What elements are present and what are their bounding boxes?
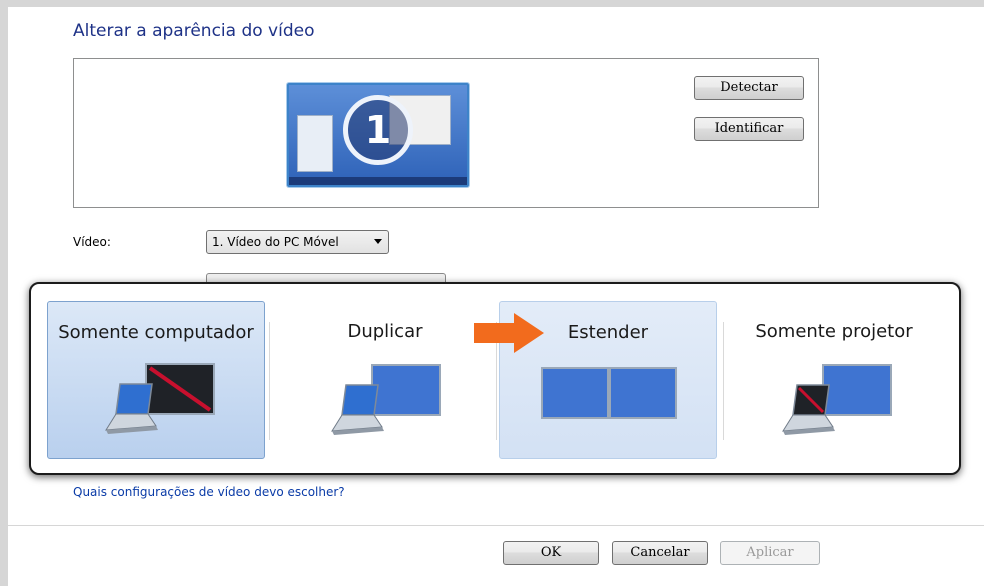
chevron-down-icon xyxy=(374,239,382,244)
display-label: Vídeo: xyxy=(73,235,111,249)
taskbar-preview xyxy=(289,177,467,185)
arrow-right-icon xyxy=(474,313,544,353)
option-label: Somente projetor xyxy=(755,321,913,342)
page-title: Alterar a aparência do vídeo xyxy=(73,21,315,41)
monitor-1-thumbnail[interactable]: 1 xyxy=(287,83,469,187)
option-label: Somente computador xyxy=(58,322,254,343)
help-link[interactable]: Quais configurações de vídeo devo escolh… xyxy=(73,485,345,499)
cancel-button[interactable]: Cancelar xyxy=(612,541,708,565)
computer-only-icon xyxy=(105,363,215,434)
apply-button[interactable]: Aplicar xyxy=(720,541,820,565)
option-separator xyxy=(269,322,270,440)
option-duplicate[interactable]: Duplicar xyxy=(276,301,494,459)
window-preview xyxy=(297,115,333,172)
detect-button[interactable]: Detectar xyxy=(694,76,804,100)
duplicate-icon xyxy=(331,364,441,435)
monitor-number-badge: 1 xyxy=(343,95,413,165)
projection-switcher: Somente computador Duplicar Estender Som… xyxy=(29,282,961,475)
display-select-value: 1. Vídeo do PC Móvel xyxy=(212,235,339,249)
ok-button[interactable]: OK xyxy=(503,541,599,565)
projector-only-icon xyxy=(782,364,892,435)
display-select[interactable]: 1. Vídeo do PC Móvel xyxy=(206,230,389,254)
footer-divider xyxy=(8,525,984,526)
option-label: Duplicar xyxy=(347,321,423,342)
option-computer-only[interactable]: Somente computador xyxy=(47,301,265,459)
identify-button[interactable]: Identificar xyxy=(694,117,804,141)
option-separator xyxy=(723,322,724,440)
option-projector-only[interactable]: Somente projetor xyxy=(725,301,943,459)
extend-icon xyxy=(541,367,677,419)
